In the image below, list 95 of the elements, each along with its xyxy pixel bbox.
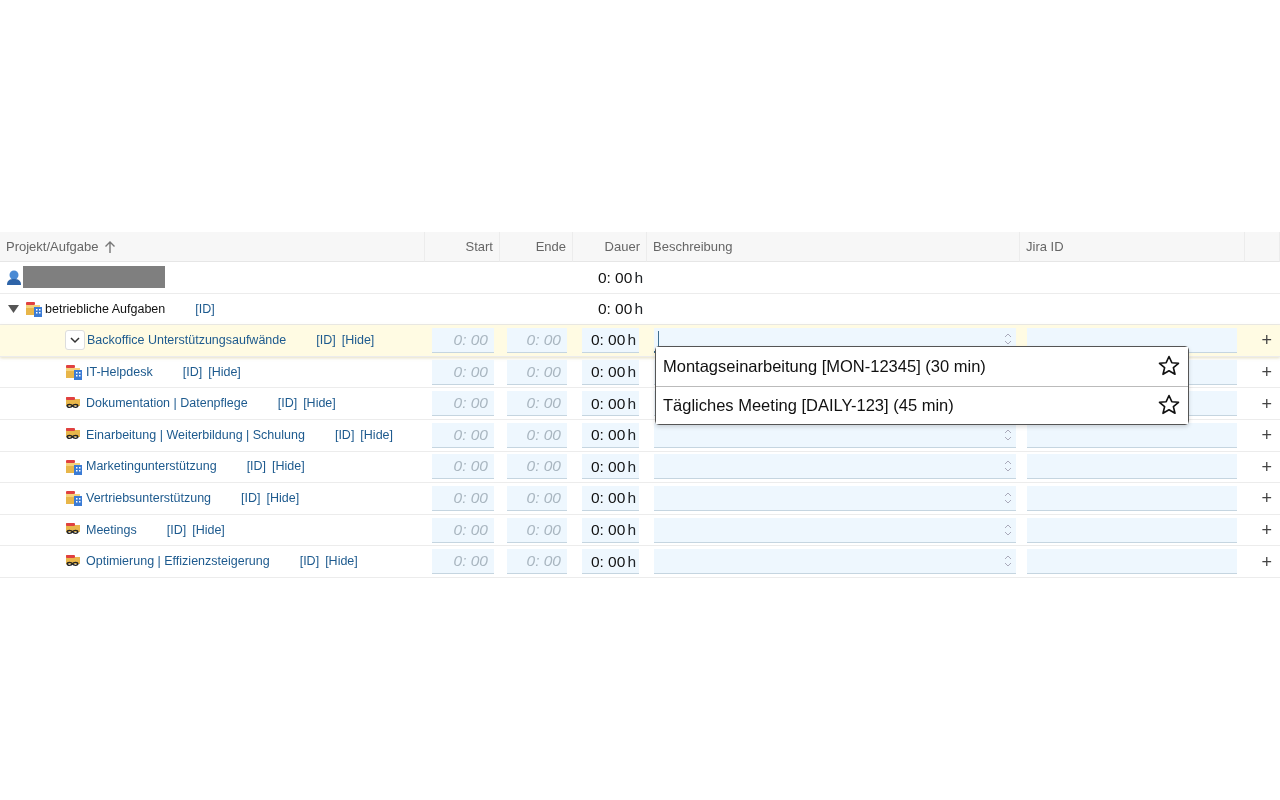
- duration-value: 0: 00: [590, 519, 626, 540]
- hide-link[interactable]: [Hide]: [266, 489, 300, 508]
- project-folder-icon: [25, 299, 43, 318]
- task-link[interactable]: Dokumentation | Datenpflege: [86, 394, 248, 414]
- add-button[interactable]: +: [1257, 426, 1276, 445]
- unit-label: h: [634, 267, 643, 288]
- chevron-icon: [70, 337, 80, 344]
- star-icon[interactable]: [1158, 394, 1180, 417]
- hide-link[interactable]: [Hide]: [303, 394, 336, 414]
- sort-arrow-icon[interactable]: [103, 239, 116, 254]
- start-time-field[interactable]: 0: 00: [432, 359, 494, 385]
- jira-id-field[interactable]: [1027, 454, 1237, 480]
- duration-value: 0: 00: [590, 330, 626, 351]
- collapse-triangle-icon[interactable]: [7, 302, 20, 315]
- suggestion-item[interactable]: Montagseinarbeitung [MON-12345] (30 min): [656, 347, 1188, 386]
- user-icon: [6, 269, 22, 286]
- task-link[interactable]: IT-Helpdesk: [86, 362, 153, 382]
- end-time-field[interactable]: 0: 00: [507, 391, 567, 417]
- task-link[interactable]: Meetings: [86, 520, 137, 540]
- jira-id-field[interactable]: [1027, 485, 1237, 511]
- add-button[interactable]: +: [1257, 331, 1276, 350]
- end-time-field[interactable]: 0: 00: [507, 328, 567, 353]
- unit-label: h: [627, 393, 636, 414]
- hide-link[interactable]: [Hide]: [272, 457, 305, 477]
- task-link[interactable]: Vertriebsunterstützung: [86, 489, 212, 508]
- id-link[interactable]: [ID]: [277, 394, 298, 414]
- spinner-icon[interactable]: [1004, 332, 1012, 347]
- unit-label: h: [627, 519, 636, 540]
- id-link[interactable]: [ID]: [241, 489, 261, 508]
- unit-label: h: [627, 361, 636, 382]
- end-time-field[interactable]: 0: 00: [507, 549, 567, 575]
- column-header: Start: [425, 232, 500, 262]
- column-header: Dauer: [573, 232, 647, 262]
- column-header: Jira ID: [1020, 232, 1245, 262]
- duration-value: 0: 00: [590, 425, 626, 446]
- start-time-field[interactable]: 0: 00: [432, 422, 494, 448]
- duration-value: 0: 00: [590, 551, 626, 572]
- end-time-field[interactable]: 0: 00: [507, 359, 567, 385]
- duration-value: 0: 00: [590, 361, 626, 382]
- hide-link[interactable]: [Hide]: [360, 425, 393, 445]
- jira-id-field[interactable]: [1027, 549, 1237, 575]
- hide-link[interactable]: [Hide]: [208, 362, 241, 382]
- unit-label: h: [627, 330, 636, 351]
- end-time-field[interactable]: 0: 00: [507, 485, 567, 511]
- end-time-field[interactable]: 0: 00: [507, 517, 567, 543]
- jira-id-field[interactable]: [1027, 517, 1237, 543]
- project-folder-icon: [65, 457, 83, 476]
- end-time-field[interactable]: 0: 00: [507, 422, 567, 448]
- add-button[interactable]: +: [1257, 363, 1276, 382]
- hide-link[interactable]: [Hide]: [192, 520, 225, 540]
- text-cursor: [658, 331, 659, 348]
- suggestion-item[interactable]: Tägliches Meeting [DAILY-123] (45 min): [656, 385, 1188, 424]
- start-time-field[interactable]: 0: 00: [432, 485, 494, 511]
- column-header[interactable]: Projekt/Aufgabe: [6, 236, 99, 257]
- start-time-field[interactable]: 0: 00: [432, 454, 494, 480]
- unit-label: h: [627, 488, 636, 509]
- duration-value: 0: 00: [597, 267, 633, 288]
- id-link[interactable]: [ID]: [182, 362, 203, 382]
- id-link[interactable]: [ID]: [195, 299, 215, 319]
- id-link[interactable]: [ID]: [166, 520, 187, 540]
- start-time-field[interactable]: 0: 00: [432, 391, 494, 417]
- group-name: betriebliche Aufgaben: [45, 300, 166, 318]
- add-button[interactable]: +: [1257, 489, 1276, 508]
- end-time-field[interactable]: 0: 00: [507, 454, 567, 480]
- task-link[interactable]: Optimierung | Effizienzsteigerung: [86, 552, 270, 571]
- id-link[interactable]: [ID]: [316, 331, 336, 350]
- column-header: Beschreibung: [647, 232, 1020, 262]
- id-link[interactable]: [ID]: [334, 425, 355, 445]
- task-link[interactable]: Marketingunterstützung: [86, 457, 217, 477]
- star-icon[interactable]: [1158, 355, 1180, 378]
- start-time-field[interactable]: 0: 00: [432, 549, 494, 575]
- task-link[interactable]: Backoffice Unterstützungsaufwände: [87, 331, 287, 350]
- id-link[interactable]: [ID]: [299, 552, 320, 571]
- duration-value: 0: 00: [597, 299, 633, 320]
- id-link[interactable]: [ID]: [246, 457, 267, 477]
- add-button[interactable]: +: [1257, 394, 1276, 413]
- unit-label: h: [634, 299, 643, 320]
- unit-label: h: [627, 551, 636, 572]
- unit-label: h: [627, 456, 636, 477]
- task-link[interactable]: Einarbeitung | Weiterbildung | Schulung: [86, 425, 305, 445]
- unit-label: h: [627, 425, 636, 446]
- start-time-field[interactable]: 0: 00: [432, 517, 494, 543]
- column-header: Ende: [500, 232, 573, 262]
- duration-value: 0: 00: [590, 488, 626, 509]
- project-folder-icon: [65, 363, 83, 382]
- project-folder-icon: [65, 489, 83, 508]
- add-button[interactable]: +: [1257, 552, 1276, 571]
- hide-link[interactable]: [Hide]: [341, 331, 375, 350]
- menu-button[interactable]: [65, 330, 85, 351]
- hide-link[interactable]: [Hide]: [325, 552, 358, 571]
- add-button[interactable]: +: [1257, 457, 1276, 476]
- start-time-field[interactable]: 0: 00: [432, 328, 494, 353]
- duration-value: 0: 00: [590, 456, 626, 477]
- duration-value: 0: 00: [590, 393, 626, 414]
- add-button[interactable]: +: [1257, 521, 1276, 540]
